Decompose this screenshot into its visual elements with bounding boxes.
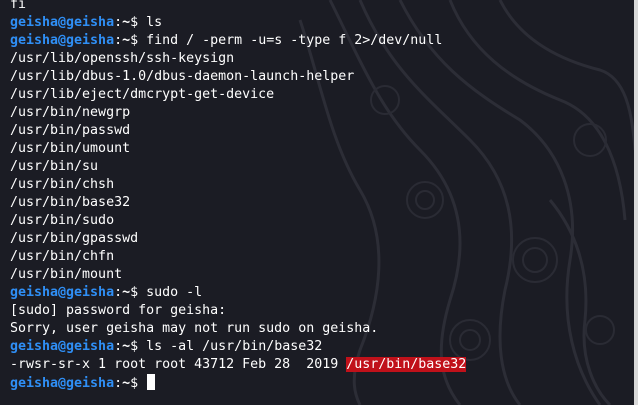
- output-line: Sorry, user geisha may not run sudo on g…: [10, 320, 466, 338]
- output-line: /usr/bin/su: [10, 158, 466, 176]
- prompt-line: geisha@geisha:~$ sudo -l: [10, 284, 466, 302]
- prompt-line: geisha@geisha:~$ ls: [10, 14, 466, 32]
- output-line: /usr/bin/base32: [10, 194, 466, 212]
- prompt-separator: :: [114, 339, 123, 354]
- output-line: /usr/bin/umount: [10, 140, 466, 158]
- output-text: /usr/lib/openssh/ssh-keysign: [10, 51, 235, 66]
- output-text: /usr/lib/eject/dmcrypt-get-device: [10, 87, 275, 102]
- command-text: sudo -l: [146, 285, 203, 300]
- command-text: find / -perm -u=s -type f 2>/dev/null: [146, 33, 443, 48]
- prompt-separator: :: [114, 15, 123, 30]
- output-text: /usr/bin/su: [10, 159, 99, 174]
- prompt-symbol: $: [130, 376, 147, 391]
- prompt-user-host: geisha@geisha: [10, 339, 115, 354]
- output-line: /usr/bin/passwd: [10, 122, 466, 140]
- prompt-line: geisha@geisha:~$: [10, 374, 466, 392]
- output-line: [sudo] password for geisha:: [10, 302, 466, 320]
- prompt-user-host: geisha@geisha: [10, 285, 115, 300]
- output-text: Sorry, user geisha may not run sudo on g…: [10, 321, 379, 336]
- output-line: /usr/bin/newgrp: [10, 104, 466, 122]
- prompt-user-host: geisha@geisha: [10, 376, 115, 391]
- prompt-cwd: ~: [122, 285, 131, 300]
- output-line: /usr/bin/chfn: [10, 248, 466, 266]
- prompt-user-host: geisha@geisha: [10, 33, 115, 48]
- prompt-user-host: geisha@geisha: [10, 15, 115, 30]
- prompt-separator: :: [114, 285, 123, 300]
- prompt-cwd: ~: [122, 376, 131, 391]
- prompt-cwd: ~: [122, 33, 131, 48]
- output-text: [sudo] password for geisha:: [10, 303, 227, 318]
- prompt-symbol: $: [130, 339, 147, 354]
- output-text: /usr/bin/passwd: [10, 123, 131, 138]
- highlighted-path: /usr/bin/base32: [346, 357, 467, 372]
- prompt-separator: :: [114, 376, 123, 391]
- output-line: /usr/lib/openssh/ssh-keysign: [10, 50, 466, 68]
- output-line: -rwsr-sr-x 1 root root 43712 Feb 28 2019…: [10, 356, 467, 374]
- output-line: /usr/bin/mount: [10, 266, 466, 284]
- output-text: /usr/bin/sudo: [10, 213, 115, 228]
- output-text: /usr/bin/mount: [10, 267, 123, 282]
- prompt-cwd: ~: [122, 339, 131, 354]
- output-text: /usr/bin/gpasswd: [10, 231, 139, 246]
- output-line: /usr/bin/gpasswd: [10, 230, 466, 248]
- terminal-scrollbar[interactable]: [634, 0, 638, 405]
- output-line: fi: [10, 0, 466, 14]
- command-text: ls: [146, 15, 163, 30]
- prompt-line: geisha@geisha:~$ ls -al /usr/bin/base32: [10, 338, 466, 356]
- output-text: /usr/bin/base32: [10, 195, 131, 210]
- command-text: ls -al /usr/bin/base32: [146, 339, 323, 354]
- output-line: /usr/lib/dbus-1.0/dbus-daemon-launch-hel…: [10, 68, 466, 86]
- output-text: /usr/bin/chfn: [10, 249, 115, 264]
- prompt-symbol: $: [130, 285, 147, 300]
- output-text: /usr/bin/chsh: [10, 177, 115, 192]
- prompt-cwd: ~: [122, 15, 131, 30]
- prompt-separator: :: [114, 33, 123, 48]
- output-line: /usr/bin/sudo: [10, 212, 466, 230]
- text-cursor: [147, 374, 156, 390]
- output-line: /usr/lib/eject/dmcrypt-get-device: [10, 86, 466, 104]
- terminal-window[interactable]: fi geisha@geisha:~$ ls geisha@geisha:~$ fi…: [0, 0, 638, 405]
- prompt-symbol: $: [130, 33, 147, 48]
- output-text: /usr/bin/umount: [10, 141, 131, 156]
- output-text: /usr/lib/dbus-1.0/dbus-daemon-launch-hel…: [10, 69, 355, 84]
- output-line: /usr/bin/chsh: [10, 176, 466, 194]
- prompt-line: geisha@geisha:~$ find / -perm -u=s -type…: [10, 32, 466, 50]
- terminal-output[interactable]: fi geisha@geisha:~$ ls geisha@geisha:~$ fi…: [10, 0, 467, 392]
- output-text: -rwsr-sr-x 1 root root 43712 Feb 28 2019: [10, 357, 347, 372]
- prompt-symbol: $: [130, 15, 147, 30]
- output-text: fi: [10, 0, 27, 12]
- output-text: /usr/bin/newgrp: [10, 105, 131, 120]
